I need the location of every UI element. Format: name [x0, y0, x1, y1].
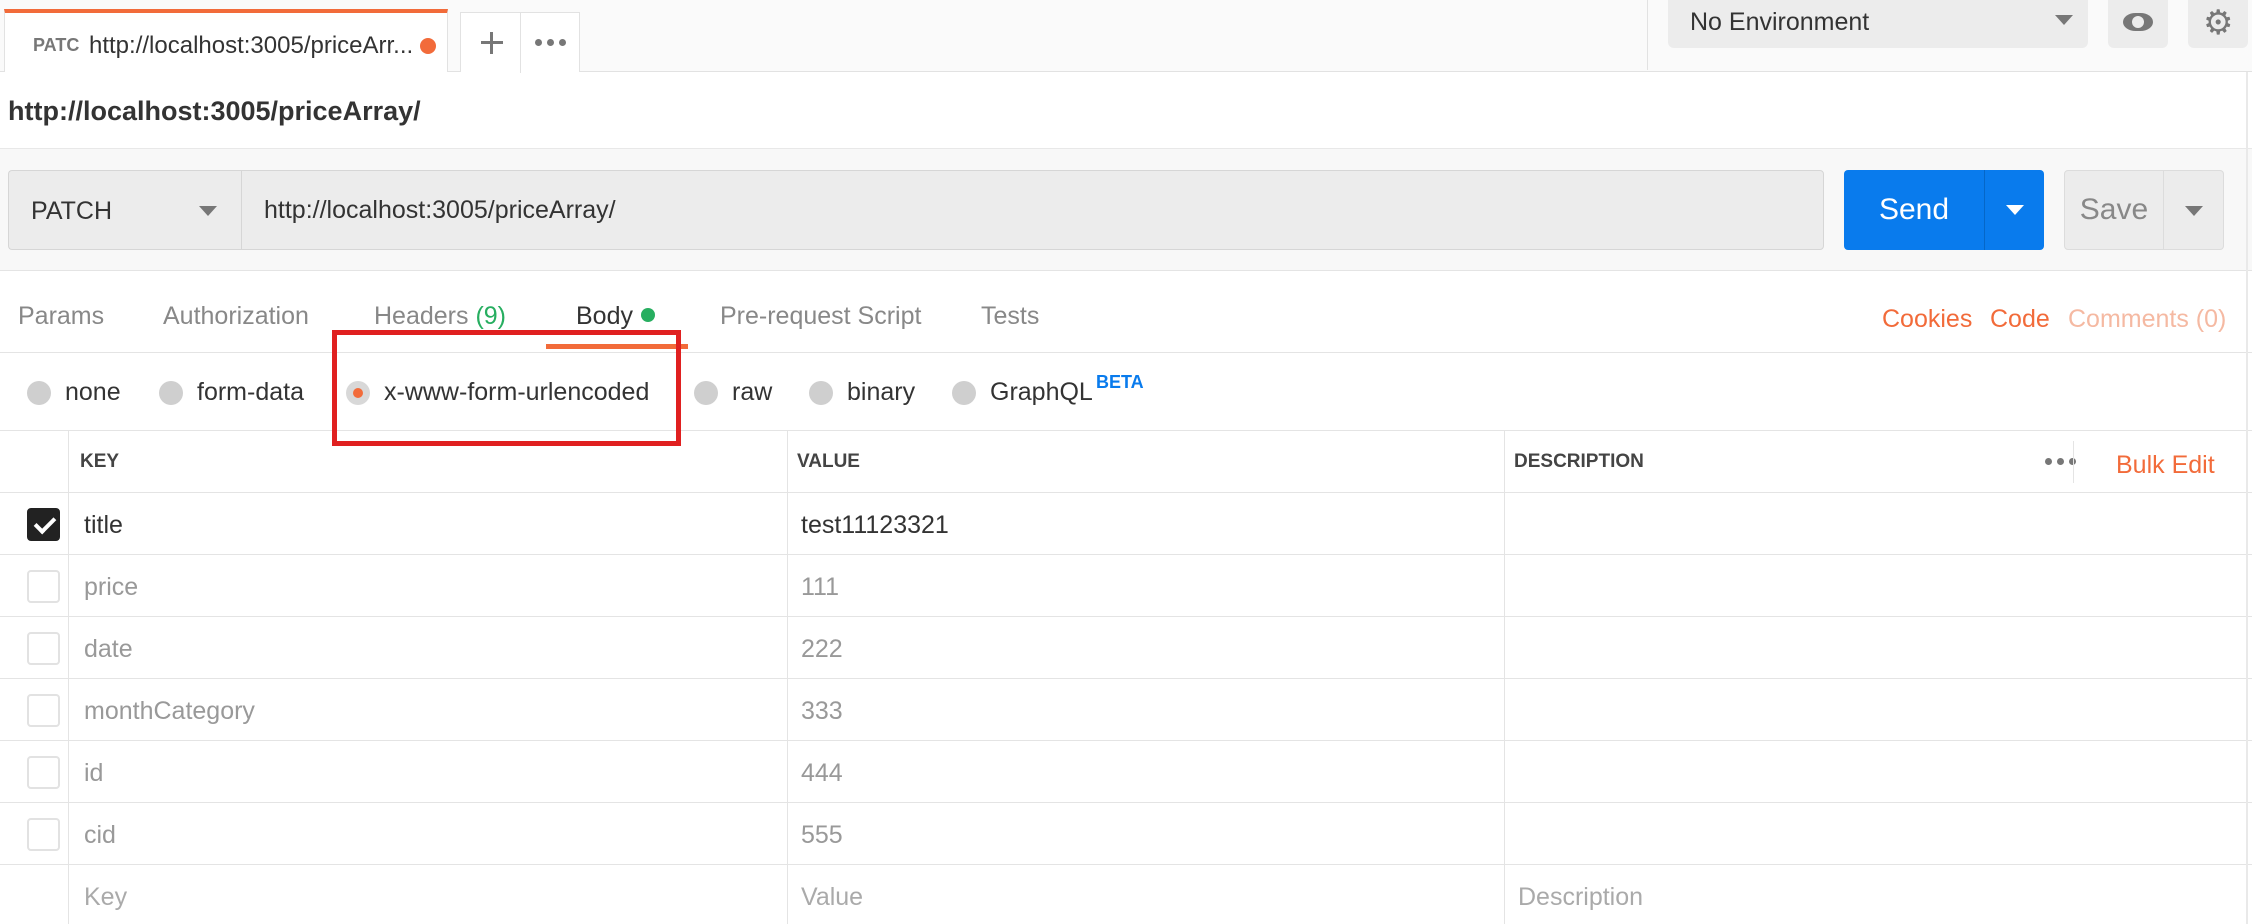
chevron-down-icon	[2055, 15, 2073, 25]
row-value[interactable]: test11123321	[801, 511, 949, 540]
tab-pre-request-script[interactable]: Pre-request Script	[720, 302, 921, 331]
row-key[interactable]: price	[84, 573, 138, 602]
row-enabled-checkbox[interactable]	[27, 818, 60, 851]
environment-select[interactable]: No Environment	[1668, 0, 2088, 48]
body-type-form-data-label: form-data	[197, 378, 304, 406]
tab-authorization[interactable]: Authorization	[163, 302, 309, 331]
request-tab-method: PATC	[33, 35, 80, 55]
radio-circle-icon	[694, 380, 718, 405]
column-divider	[787, 431, 788, 924]
body-type-graphql-label: GraphQL	[990, 378, 1093, 406]
cookies-link[interactable]: Cookies	[1882, 305, 1972, 334]
new-key-input[interactable]: Key	[84, 883, 127, 912]
tab-tests[interactable]: Tests	[981, 302, 1039, 331]
radio-circle-icon	[159, 380, 183, 405]
environment-select-value: No Environment	[1690, 8, 1870, 36]
new-value-input[interactable]: Value	[801, 883, 863, 912]
row-value[interactable]: 111	[801, 573, 839, 602]
divider	[1647, 0, 1648, 70]
table-row: cid 555	[0, 803, 2252, 865]
table-row-new: Key Value Description	[0, 865, 2252, 924]
request-name-title[interactable]: http://localhost:3005/priceArray/	[8, 96, 421, 127]
row-key[interactable]: title	[84, 511, 123, 540]
tab-params[interactable]: Params	[18, 302, 104, 331]
table-row: monthCategory 333	[0, 679, 2252, 741]
radio-circle-icon	[952, 380, 976, 405]
table-row: title test11123321	[0, 493, 2252, 555]
row-enabled-checkbox[interactable]	[27, 508, 60, 541]
save-options-dropdown[interactable]	[2164, 170, 2224, 250]
body-type-graphql-radio[interactable]: GraphQL	[952, 378, 1093, 407]
chevron-down-icon	[2006, 205, 2024, 215]
column-divider	[1504, 431, 1505, 924]
chevron-down-icon	[199, 206, 217, 216]
body-type-form-data-radio[interactable]: form-data	[159, 378, 304, 407]
table-options-more-icon[interactable]	[2045, 458, 2076, 465]
table-row: id 444	[0, 741, 2252, 803]
row-enabled-checkbox[interactable]	[27, 570, 60, 603]
new-description-input[interactable]: Description	[1518, 883, 1643, 912]
body-has-content-dot-icon	[640, 308, 655, 322]
tab-options-more-icon[interactable]	[535, 39, 566, 46]
body-type-binary-radio[interactable]: binary	[809, 378, 915, 407]
table-header: KEY VALUE DESCRIPTION Bulk Edit	[0, 431, 2252, 493]
row-value[interactable]: 333	[801, 697, 843, 726]
row-key[interactable]: date	[84, 635, 133, 664]
new-tab-plus-icon[interactable]	[461, 13, 521, 73]
http-method-select[interactable]: PATCH	[8, 170, 241, 250]
tab-headers[interactable]: Headers (9)	[374, 302, 506, 331]
body-type-binary-label: binary	[847, 378, 916, 406]
divider	[2073, 441, 2074, 483]
send-button[interactable]: Send	[1844, 170, 1984, 250]
tab-body-label: Body	[576, 302, 633, 330]
body-type-raw-radio[interactable]: raw	[694, 378, 772, 407]
column-header-description: DESCRIPTION	[1514, 451, 1644, 472]
row-enabled-checkbox[interactable]	[27, 756, 60, 789]
row-value[interactable]: 222	[801, 635, 843, 664]
tab-headers-label: Headers	[374, 302, 469, 330]
row-key[interactable]: monthCategory	[84, 697, 255, 726]
send-options-dropdown[interactable]	[1984, 170, 2044, 250]
body-type-raw-label: raw	[732, 378, 773, 406]
request-tab[interactable]: PATC http://localhost:3005/priceArr...	[4, 9, 448, 72]
comments-link[interactable]: Comments (0)	[2068, 305, 2226, 334]
column-header-value: VALUE	[797, 451, 860, 472]
table-row: price 111	[0, 555, 2252, 617]
request-tab-title: http://localhost:3005/priceArr...	[89, 32, 414, 59]
row-enabled-checkbox[interactable]	[27, 632, 60, 665]
bulk-edit-link[interactable]: Bulk Edit	[2116, 451, 2215, 480]
column-header-key: KEY	[80, 451, 120, 472]
column-divider	[68, 431, 69, 924]
row-key[interactable]: id	[84, 759, 103, 788]
radio-circle-icon	[809, 380, 833, 405]
environment-settings-button[interactable]: ⚙	[2188, 0, 2248, 48]
unsaved-changes-dot-icon	[420, 38, 436, 54]
environment-quick-look-button[interactable]	[2108, 0, 2168, 48]
row-value[interactable]: 555	[801, 821, 843, 850]
row-value[interactable]: 444	[801, 759, 843, 788]
beta-badge: BETA	[1096, 372, 1144, 392]
gear-icon: ⚙	[2203, 3, 2234, 43]
radio-circle-icon	[27, 380, 51, 405]
body-type-none-label: none	[65, 378, 121, 406]
http-method-value: PATCH	[31, 197, 113, 225]
row-enabled-checkbox[interactable]	[27, 694, 60, 727]
save-button[interactable]: Save	[2064, 170, 2164, 250]
annotation-highlight-box	[332, 330, 681, 446]
tab-body[interactable]: Body	[576, 302, 655, 331]
scrollbar-track[interactable]	[2246, 72, 2248, 924]
table-row: date 222	[0, 617, 2252, 679]
request-url-input[interactable]	[241, 170, 1824, 250]
row-key[interactable]: cid	[84, 821, 116, 850]
chevron-down-icon	[2185, 206, 2203, 216]
code-link[interactable]: Code	[1990, 305, 2050, 334]
body-type-none-radio[interactable]: none	[27, 378, 121, 407]
eye-icon	[2123, 13, 2153, 31]
tab-headers-count: (9)	[475, 302, 507, 330]
tab-actions	[460, 12, 580, 73]
